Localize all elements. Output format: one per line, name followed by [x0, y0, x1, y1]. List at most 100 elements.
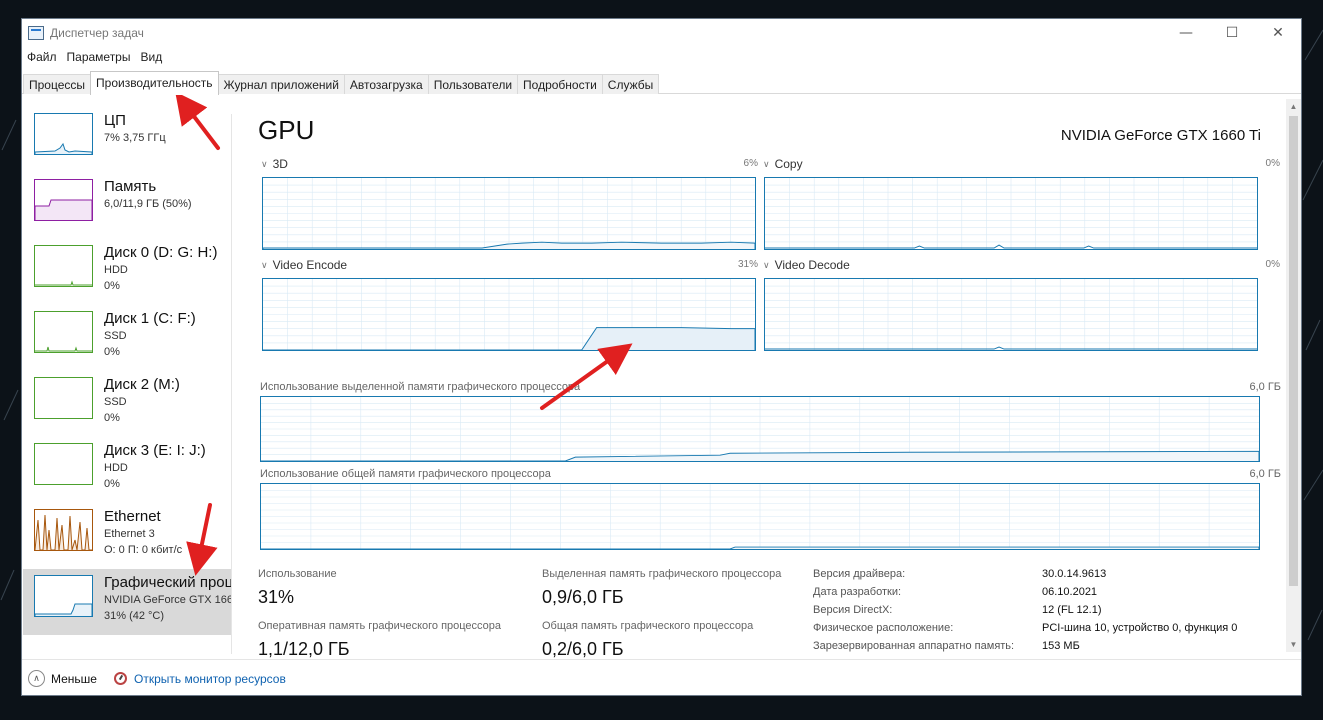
sidebar-item-title: Ethernet — [104, 508, 161, 525]
tab-app-history[interactable]: Журнал приложений — [217, 74, 345, 94]
close-button[interactable]: ✕ — [1255, 19, 1301, 47]
physical-location-label: Физическое расположение: — [813, 622, 954, 634]
driver-date-label: Дата разработки: — [813, 586, 902, 598]
sidebar-item-detail: HDD — [104, 462, 128, 474]
fewer-details-button[interactable]: ∧ Меньше — [28, 670, 97, 687]
sidebar-item-usage: 0% — [104, 412, 120, 424]
sidebar-item-usage: 0% — [104, 280, 120, 292]
window-controls: — ☐ ✕ — [1163, 19, 1301, 47]
memory-thumbnail-graph — [34, 179, 93, 221]
disk-thumbnail-graph — [34, 443, 93, 485]
engine-percent: 31% — [737, 259, 758, 270]
dedicated-memory-graph-label: Использование выделенной памяти графичес… — [260, 381, 581, 393]
sidebar-item-ethernet[interactable]: Ethernet Ethernet 3 О: 0 П: 0 кбит/с — [23, 503, 232, 569]
resource-monitor-label: Открыть монитор ресурсов — [133, 671, 286, 686]
menu-bar: Файл Параметры Вид — [22, 50, 167, 68]
tab-users[interactable]: Пользователи — [427, 74, 519, 94]
tab-services[interactable]: Службы — [601, 74, 660, 94]
disk-thumbnail-graph — [34, 377, 93, 419]
sidebar-item-title: Диск 0 (D: G: H:) — [104, 244, 218, 261]
shared-memory-label: Общая память графического процессора — [542, 620, 754, 632]
page-title: GPU — [258, 115, 315, 145]
sidebar-item-disk-1[interactable]: Диск 1 (C: F:) SSD 0% — [23, 305, 232, 371]
sidebar-item-memory[interactable]: Память 6,0/11,9 ГБ (50%) — [23, 173, 232, 239]
sidebar-item-usage: 0% — [104, 346, 120, 358]
tab-bar: Процессы Производительность Журнал прило… — [22, 71, 1301, 95]
sidebar-item-title: Диск 2 (M:) — [104, 376, 180, 393]
resource-monitor-icon — [113, 672, 127, 685]
engine-percent: 0% — [1265, 158, 1280, 169]
sidebar-item-disk-3[interactable]: Диск 3 (E: I: J:) HDD 0% — [23, 437, 232, 503]
chevron-down-icon: ∨ — [261, 158, 268, 169]
title-bar: Диспетчер задач — ☐ ✕ — [22, 19, 1301, 47]
sidebar-item-gpu-0[interactable]: Графический процессор 0 NVIDIA GeForce G… — [23, 569, 232, 635]
engine-percent: 0% — [1265, 259, 1280, 270]
scroll-down-icon[interactable]: ▼ — [1286, 637, 1301, 652]
sidebar-item-detail: SSD — [104, 330, 127, 342]
engine-name: Video Encode — [272, 258, 348, 272]
engine-name: Copy — [774, 157, 803, 171]
gpu-memory-value: 1,1/12,0 ГБ — [258, 639, 350, 659]
open-resource-monitor-link[interactable]: Открыть монитор ресурсов — [113, 671, 286, 686]
menu-options[interactable]: Параметры — [62, 50, 136, 68]
scroll-thumb[interactable] — [1289, 116, 1298, 586]
sidebar-item-title: Графический процессор 0 — [104, 574, 232, 591]
driver-version-label: Версия драйвера: — [813, 568, 906, 580]
fewer-details-label: Меньше — [51, 671, 97, 686]
shared-memory-graph-label: Использование общей памяти графического … — [260, 468, 551, 480]
dedicated-memory-graph — [260, 396, 1260, 462]
sidebar-item-detail: Ethernet 3 — [104, 528, 155, 540]
dedicated-memory-label: Выделенная память графического процессор… — [542, 568, 782, 580]
tab-startup[interactable]: Автозагрузка — [343, 74, 429, 94]
sidebar-item-disk-0[interactable]: Диск 0 (D: G: H:) HDD 0% — [23, 239, 232, 305]
chevron-down-icon: ∨ — [763, 259, 770, 270]
sidebar-item-usage: 0% — [104, 478, 120, 490]
scroll-up-icon[interactable]: ▲ — [1286, 99, 1301, 114]
engine-name: 3D — [272, 157, 288, 171]
sidebar-divider — [231, 114, 232, 654]
tab-processes[interactable]: Процессы — [23, 74, 92, 94]
disk-thumbnail-graph — [34, 311, 93, 353]
gpu-memory-label: Оперативная память графического процессо… — [258, 620, 502, 632]
sidebar-item-disk-2[interactable]: Диск 2 (M:) SSD 0% — [23, 371, 232, 437]
shared-memory-max: 6,0 ГБ — [1249, 468, 1281, 480]
engine-selector-video-encode[interactable]: ∨ Video Encode — [261, 258, 347, 272]
vertical-scrollbar[interactable]: ▲ ▼ — [1286, 99, 1301, 652]
sidebar-item-detail: NVIDIA GeForce GTX 1660 Ti — [104, 594, 232, 606]
tab-performance[interactable]: Производительность — [90, 71, 219, 95]
performance-sidebar: ЦП 7% 3,75 ГГц Память 6,0/11,9 ГБ (50%) … — [23, 107, 232, 667]
engine-percent: 6% — [743, 158, 758, 169]
utilization-value: 31% — [258, 587, 295, 607]
sidebar-item-usage: О: 0 П: 0 кбит/с — [104, 544, 183, 556]
sidebar-item-title: Диск 3 (E: I: J:) — [104, 442, 206, 459]
sidebar-item-cpu[interactable]: ЦП 7% 3,75 ГГц — [23, 107, 232, 173]
engine-graph-video-encode — [262, 278, 756, 351]
engine-graph-copy — [764, 177, 1258, 250]
engine-selector-3d[interactable]: ∨ 3D — [261, 157, 288, 171]
engine-selector-video-decode[interactable]: ∨ Video Decode — [763, 258, 850, 272]
utilization-label: Использование — [258, 568, 337, 580]
ethernet-thumbnail-graph — [34, 509, 93, 551]
shared-memory-value: 0,2/6,0 ГБ — [542, 639, 624, 659]
menu-file[interactable]: Файл — [22, 50, 62, 68]
shared-memory-graph — [260, 483, 1260, 550]
reserved-memory-value: 153 МБ — [1042, 640, 1080, 652]
chevron-down-icon: ∨ — [261, 259, 268, 270]
chevron-down-icon: ∨ — [763, 158, 770, 169]
sidebar-item-title: Память — [104, 178, 157, 195]
menu-view[interactable]: Вид — [135, 50, 167, 68]
reserved-memory-label: Зарезервированная аппаратно память: — [813, 640, 1015, 652]
minimize-button[interactable]: — — [1163, 19, 1209, 47]
tab-details[interactable]: Подробности — [517, 74, 603, 94]
engine-graph-video-decode — [764, 278, 1258, 351]
sidebar-item-usage: 31% (42 °C) — [104, 610, 165, 622]
gpu-details-panel: GPU NVIDIA GeForce GTX 1660 Ti ∨ 3D 6% ∨… — [258, 107, 1288, 667]
driver-date-value: 06.10.2021 — [1042, 586, 1098, 598]
sidebar-item-detail: 6,0/11,9 ГБ (50%) — [104, 198, 192, 210]
engine-selector-copy[interactable]: ∨ Copy — [763, 157, 803, 171]
dedicated-memory-max: 6,0 ГБ — [1249, 381, 1281, 393]
footer-bar: ∧ Меньше Открыть монитор ресурсов — [22, 659, 1301, 695]
maximize-button[interactable]: ☐ — [1209, 19, 1255, 47]
disk-thumbnail-graph — [34, 245, 93, 287]
sidebar-item-detail: SSD — [104, 396, 127, 408]
